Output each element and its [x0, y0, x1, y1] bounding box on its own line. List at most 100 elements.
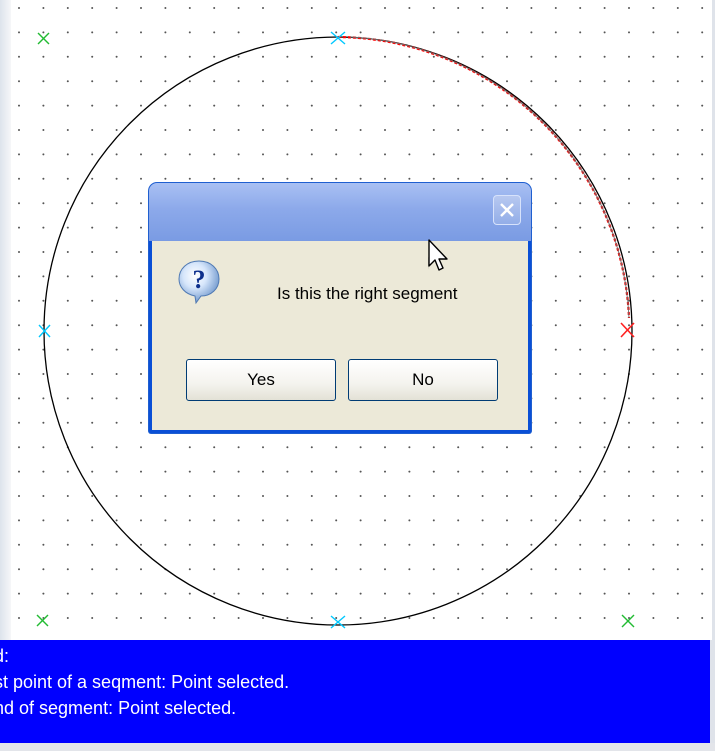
- grid-dot: [164, 446, 167, 449]
- grid-dot: [530, 446, 533, 449]
- grid-dot: [115, 446, 118, 449]
- grid-dot: [481, 80, 484, 83]
- grid-dot: [359, 495, 362, 497]
- grid-dot: [384, 80, 386, 83]
- grid-dot: [310, 519, 313, 522]
- grid-dot: [676, 31, 679, 34]
- dialog-titlebar[interactable]: [149, 183, 531, 241]
- quadrant-marker-bottom[interactable]: [330, 615, 346, 629]
- close-button[interactable]: [493, 195, 521, 225]
- grid-dot: [286, 153, 289, 156]
- grid-dot: [18, 31, 20, 34]
- grid-dot: [676, 324, 679, 327]
- grid-dot: [115, 226, 118, 229]
- grid-dot: [237, 177, 240, 180]
- grid-dot: [457, 617, 460, 619]
- grid-dot: [91, 617, 94, 619]
- grid-dot: [66, 348, 69, 351]
- grid-dot: [432, 104, 435, 107]
- grid-dot: [457, 80, 460, 83]
- grid-dot: [628, 31, 630, 34]
- grid-dot: [335, 470, 338, 473]
- corner-marker-bottom-right[interactable]: [621, 614, 635, 628]
- grid-dot: [554, 226, 557, 229]
- grid-dot: [91, 470, 94, 473]
- grid-dot: [530, 617, 533, 619]
- grid-dot: [457, 31, 460, 34]
- grid-dot: [554, 373, 557, 375]
- grid-dot: [140, 31, 142, 34]
- grid-dot: [286, 592, 289, 595]
- grid-dot: [457, 153, 460, 156]
- grid-dot: [530, 129, 533, 131]
- grid-dot: [481, 129, 484, 131]
- grid-dot: [115, 251, 118, 253]
- grid-dot: [408, 470, 411, 473]
- grid-dot: [18, 129, 20, 131]
- grid-dot: [18, 373, 20, 375]
- grid-dot: [628, 348, 630, 351]
- grid-dot: [286, 568, 289, 571]
- corner-marker-top-left[interactable]: [37, 32, 50, 45]
- grid-dot: [140, 80, 142, 83]
- yes-button[interactable]: Yes: [186, 359, 336, 401]
- grid-dot: [628, 55, 630, 58]
- grid-dot: [652, 421, 655, 424]
- grid-dot: [603, 446, 606, 449]
- grid-dot: [457, 470, 460, 473]
- grid-dot: [188, 55, 191, 58]
- grid-dot: [701, 324, 704, 327]
- grid-dot: [42, 373, 45, 375]
- grid-dot: [213, 153, 216, 156]
- grid-dot: [579, 543, 582, 546]
- grid-dot: [481, 31, 484, 34]
- grid-dot: [66, 55, 69, 58]
- grid-dot: [310, 470, 313, 473]
- grid-dot: [676, 446, 679, 449]
- grid-dot: [652, 226, 655, 229]
- grid-dot: [676, 55, 679, 58]
- grid-dot: [481, 617, 484, 619]
- grid-dot: [91, 519, 94, 522]
- grid-dot: [701, 202, 704, 205]
- grid-dot: [18, 324, 20, 327]
- grid-dot: [66, 202, 69, 205]
- grid-dot: [408, 568, 411, 571]
- grid-dot: [359, 568, 362, 571]
- grid-dot: [603, 324, 606, 327]
- grid-dot: [554, 251, 557, 253]
- grid-dot: [18, 153, 20, 156]
- grid-dot: [628, 543, 630, 546]
- grid-dot: [335, 446, 338, 449]
- grid-dot: [506, 177, 508, 180]
- grid-dot: [18, 348, 20, 351]
- grid-dot: [603, 568, 606, 571]
- grid-dot: [506, 470, 508, 473]
- grid-dot: [91, 226, 94, 229]
- grid-dot: [530, 153, 533, 156]
- grid-dot: [115, 373, 118, 375]
- no-button[interactable]: No: [348, 359, 498, 401]
- grid-dot: [213, 104, 216, 107]
- corner-marker-bottom-left[interactable]: [36, 614, 49, 627]
- grid-dot: [530, 177, 533, 180]
- grid-dot: [628, 324, 630, 327]
- grid-dot: [701, 397, 704, 400]
- dialog-body: ? Is this the right segment Yes No: [152, 241, 528, 430]
- grid-dot: [18, 495, 20, 497]
- grid-dot: [213, 519, 216, 522]
- grid-dot: [530, 592, 533, 595]
- grid-dot: [115, 275, 118, 278]
- grid-dot: [213, 495, 216, 497]
- grid-dot: [701, 519, 704, 522]
- grid-dot: [506, 617, 508, 619]
- grid-dot: [676, 617, 679, 619]
- grid-dot: [42, 470, 45, 473]
- command-console: d: st point of a seqment: Point selected…: [0, 640, 710, 743]
- grid-dot: [554, 495, 557, 497]
- grid-dot: [140, 202, 142, 205]
- grid-dot: [481, 470, 484, 473]
- svg-text:?: ?: [193, 265, 206, 294]
- quadrant-marker-top[interactable]: [330, 31, 346, 45]
- grid-dot: [506, 495, 508, 497]
